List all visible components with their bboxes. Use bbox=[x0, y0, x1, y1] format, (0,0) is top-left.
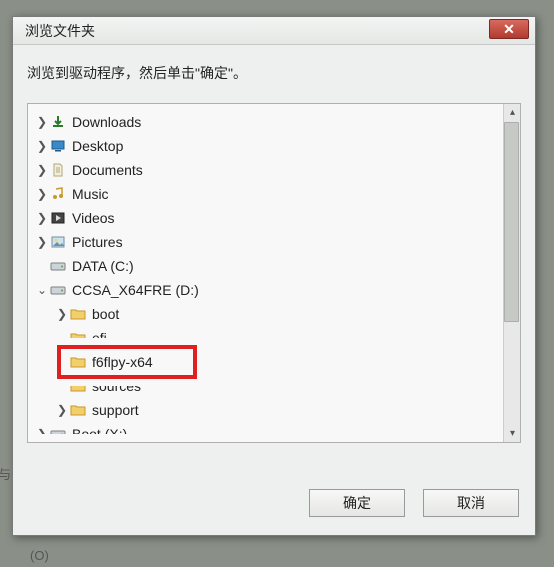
tree-item-label: Documents bbox=[72, 162, 143, 178]
close-button[interactable]: ✕ bbox=[489, 19, 529, 39]
dialog-title: 浏览文件夹 bbox=[25, 23, 95, 39]
folder-icon bbox=[70, 330, 86, 346]
tree-item[interactable]: • efi bbox=[28, 326, 520, 350]
scroll-down-arrow-icon[interactable]: ▾ bbox=[504, 425, 521, 442]
twisty-blank: • bbox=[54, 331, 70, 345]
tree-item[interactable]: ⌄ CCSA_X64FRE (D:) bbox=[28, 278, 520, 302]
titlebar[interactable]: 浏览文件夹 ✕ bbox=[13, 17, 535, 45]
chevron-right-icon[interactable]: ❯ bbox=[34, 427, 50, 441]
cancel-button[interactable]: 取消 bbox=[423, 489, 519, 517]
tree-item-label: efi bbox=[92, 330, 107, 346]
tree-item-label: DATA (C:) bbox=[72, 258, 134, 274]
background-text-left: 与 bbox=[0, 464, 11, 483]
music-icon bbox=[50, 186, 66, 202]
instruction-text: 浏览到驱动程序，然后单击"确定"。 bbox=[13, 45, 535, 97]
drive-icon bbox=[50, 426, 66, 442]
chevron-right-icon[interactable]: ❯ bbox=[34, 187, 50, 201]
tree-item-label: support bbox=[92, 402, 139, 418]
tree-item[interactable]: ❯ Boot (X:) bbox=[28, 422, 520, 442]
tree-item[interactable]: • sources bbox=[28, 374, 520, 398]
twisty-blank: • bbox=[54, 379, 70, 393]
tree-item[interactable]: ❯ Music bbox=[28, 182, 520, 206]
tree-item[interactable]: ❯ Pictures bbox=[28, 230, 520, 254]
tree-item-label: Videos bbox=[72, 210, 115, 226]
desktop-icon bbox=[50, 138, 66, 154]
twisty-blank: • bbox=[34, 259, 50, 273]
tree-item[interactable]: • DATA (C:) bbox=[28, 254, 520, 278]
chevron-down-icon[interactable]: ⌄ bbox=[34, 283, 50, 297]
folder-icon bbox=[70, 354, 86, 370]
chevron-right-icon[interactable]: ❯ bbox=[34, 139, 50, 153]
chevron-right-icon[interactable]: ❯ bbox=[34, 115, 50, 129]
tree-item[interactable]: ❯ Desktop bbox=[28, 134, 520, 158]
chevron-right-icon[interactable]: ❯ bbox=[54, 307, 70, 321]
pictures-icon bbox=[50, 234, 66, 250]
chevron-right-icon[interactable]: ❯ bbox=[34, 235, 50, 249]
tree-item-label: Pictures bbox=[72, 234, 123, 250]
vertical-scrollbar[interactable]: ▴ ▾ bbox=[503, 104, 520, 442]
folder-tree[interactable]: ❯ Downloads ❯ Desktop ❯ Documents ❯ Music ❯ Video… bbox=[28, 104, 520, 442]
ok-button[interactable]: 确定 bbox=[309, 489, 405, 517]
documents-icon bbox=[50, 162, 66, 178]
videos-icon bbox=[50, 210, 66, 226]
tree-item-label: boot bbox=[92, 306, 119, 322]
tree-item-label: Desktop bbox=[72, 138, 123, 154]
tree-item-label: f6flpy-x64 bbox=[92, 354, 153, 370]
tree-item-label: Downloads bbox=[72, 114, 141, 130]
folder-icon bbox=[70, 402, 86, 418]
twisty-blank: • bbox=[54, 355, 70, 369]
tree-item-label: Music bbox=[72, 186, 109, 202]
drive-icon bbox=[50, 282, 66, 298]
drive-icon bbox=[50, 258, 66, 274]
dialog-button-row: 确定 取消 bbox=[309, 489, 519, 517]
background-text-bottom: (O) bbox=[30, 548, 49, 563]
scroll-thumb[interactable] bbox=[504, 122, 519, 322]
folder-icon bbox=[70, 306, 86, 322]
folder-icon bbox=[70, 378, 86, 394]
downloads-icon bbox=[50, 114, 66, 130]
close-icon: ✕ bbox=[503, 21, 515, 37]
tree-item[interactable]: • f6flpy-x64 bbox=[28, 350, 520, 374]
chevron-right-icon[interactable]: ❯ bbox=[54, 403, 70, 417]
scroll-up-arrow-icon[interactable]: ▴ bbox=[504, 104, 521, 121]
tree-item[interactable]: ❯ Documents bbox=[28, 158, 520, 182]
tree-item[interactable]: ❯ support bbox=[28, 398, 520, 422]
tree-item-label: Boot (X:) bbox=[72, 426, 127, 442]
folder-tree-container: ❯ Downloads ❯ Desktop ❯ Documents ❯ Music ❯ Video… bbox=[27, 103, 521, 443]
tree-item[interactable]: ❯ boot bbox=[28, 302, 520, 326]
tree-item[interactable]: ❯ Downloads bbox=[28, 110, 520, 134]
tree-item-label: sources bbox=[92, 378, 141, 394]
browse-folder-dialog: 浏览文件夹 ✕ 浏览到驱动程序，然后单击"确定"。 ❯ Downloads ❯ Des… bbox=[12, 16, 536, 536]
chevron-right-icon[interactable]: ❯ bbox=[34, 163, 50, 177]
tree-item-label: CCSA_X64FRE (D:) bbox=[72, 282, 199, 298]
chevron-right-icon[interactable]: ❯ bbox=[34, 211, 50, 225]
tree-item[interactable]: ❯ Videos bbox=[28, 206, 520, 230]
